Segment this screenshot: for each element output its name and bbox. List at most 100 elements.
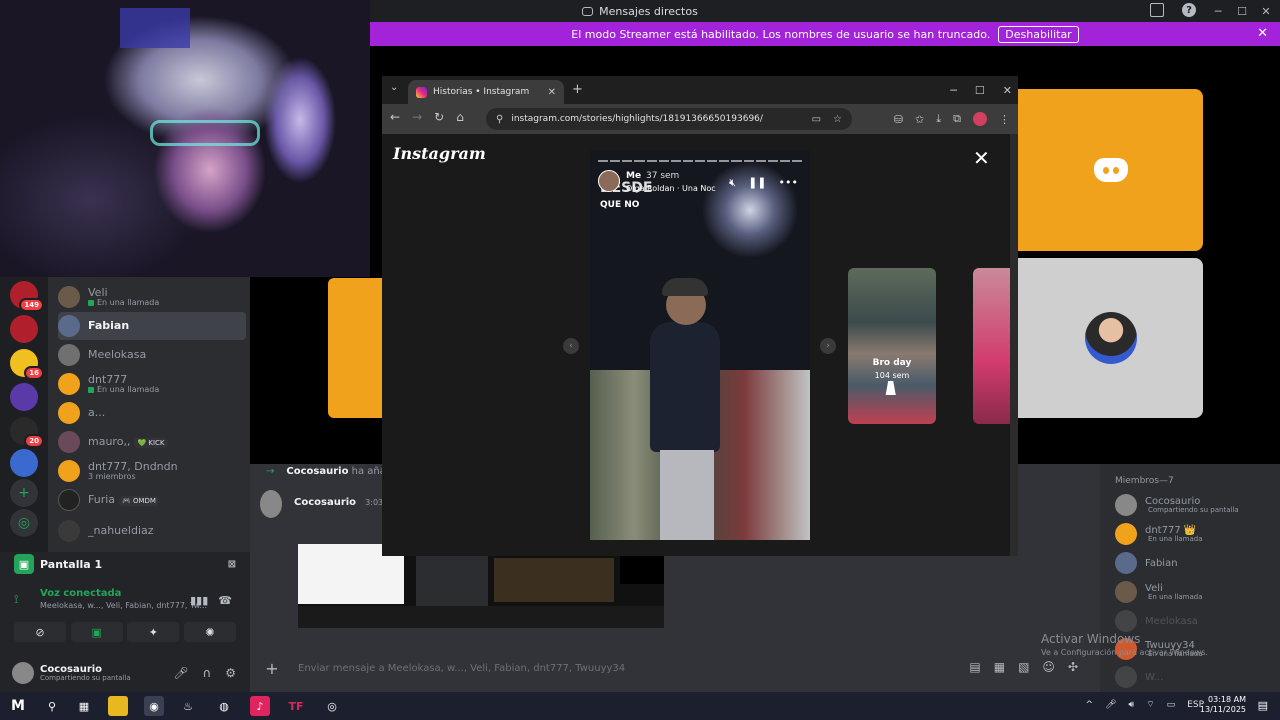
next-highlight[interactable]: Bro day 104 sem [848,268,936,424]
message-input[interactable]: Enviar mensaje a Meelokasa, w..., Veli, … [298,663,625,674]
notifications-icon[interactable]: ▤ [1258,699,1268,712]
file-explorer-icon[interactable] [108,696,128,716]
discover-icon[interactable]: ◎ [10,509,38,537]
add-attachment-icon[interactable]: + [260,659,284,678]
tray-chevron-icon[interactable]: ^ [1086,700,1094,710]
dm-item[interactable]: dnt777 En una llamada [58,370,246,398]
tab-search-chevron-icon[interactable]: ⌄ [390,82,398,93]
install-app-icon[interactable]: ▭ [812,114,821,125]
incognito-icon[interactable]: ⛁ [894,113,903,126]
dm-item[interactable]: Meelokasa [58,341,246,369]
app-icon[interactable]: TF [286,696,306,716]
server-icon[interactable]: 20 [10,417,44,448]
pause-icon[interactable]: ❚❚ [748,176,766,190]
clock[interactable]: 03:18 AM 13/11/2025 [1200,695,1246,716]
server-icon[interactable]: 149 [10,281,44,312]
server-icon[interactable]: 16 [10,349,44,380]
story-viewer[interactable]: DESDE QUE NO Me 37 sem Olga Roldan · Una… [590,150,810,540]
participant-tile[interactable] [328,278,382,418]
volume-icon[interactable]: 🔊︎ [1129,700,1135,710]
browser-tab[interactable]: Historias • Instagram ✕ [408,80,564,104]
instagram-logo[interactable]: Instagram [393,144,486,163]
help-icon[interactable]: ? [1182,3,1196,17]
member-item[interactable]: W... [1115,664,1275,690]
steam-icon[interactable]: ♨ [178,696,198,716]
new-tab-icon[interactable]: + [572,82,583,97]
discord-icon[interactable]: ◍ [214,696,234,716]
avatar[interactable] [598,170,620,192]
menu-dots-icon[interactable]: ⋮ [999,113,1010,126]
task-view-icon[interactable]: ▦ [74,696,94,716]
battery-icon[interactable]: ▭ [1167,700,1176,710]
stop-stream-icon[interactable]: ⊠ [228,559,236,570]
server-icon[interactable] [10,315,38,343]
home-icon[interactable]: ⌂ [456,110,464,124]
noise-suppression-icon[interactable]: ▮▮▮ [190,594,208,607]
obs-icon[interactable]: ◎ [322,696,342,716]
prev-story-icon[interactable]: ‹ [563,338,579,354]
dm-item[interactable]: a... [58,399,246,427]
maximize-button[interactable]: ☐ [975,84,985,97]
member-item[interactable]: Cocosaurio Compartiendo su pantalla [1115,492,1275,518]
story-username[interactable]: Me [626,171,641,181]
favorites-icon[interactable]: ✩ [915,113,924,126]
site-info-icon[interactable]: ⚲ [496,114,503,125]
close-button[interactable]: ✕ [1003,84,1012,97]
mic-tray-icon[interactable]: 🎤︎ [1105,700,1116,710]
inbox-icon[interactable] [1150,3,1164,17]
screen-share-button[interactable]: ▣ [70,622,123,642]
story-music[interactable]: Olga Roldan · Una Noc [626,184,716,193]
reload-icon[interactable]: ↻ [434,110,444,124]
back-icon[interactable]: ← [390,110,400,124]
settings-gear-icon[interactable]: ⚙ [225,666,236,680]
dm-item[interactable]: dnt777, Dndndn 3 miembros [58,457,246,485]
emoji-icon[interactable]: ☺ [1042,660,1055,674]
user-panel[interactable]: Cocosaurio Compartiendo su pantalla 🎤︎ ∩… [0,654,250,692]
soundboard-button[interactable]: ✺ [183,622,236,642]
headphones-icon[interactable]: ∩ [202,666,211,680]
tab-close-icon[interactable]: ✕ [548,87,556,98]
download-icon[interactable]: ⤓ [936,112,941,126]
minimize-button[interactable]: ─ [950,84,957,97]
tiktok-icon[interactable]: ♪ [250,696,270,716]
scrollbar[interactable] [1010,134,1018,556]
chrome-icon[interactable]: ◉ [144,696,164,716]
address-bar[interactable]: ⚲ instagram.com/stories/highlights/18191… [486,108,852,130]
server-icon[interactable] [10,383,38,411]
sticker-icon[interactable]: ▧ [1018,660,1029,674]
gift-icon[interactable]: ▤ [969,660,980,674]
screen-share-row[interactable]: ▣ Pantalla 1 ⊠ [14,552,236,576]
member-item[interactable]: dnt777 👑 En una llamada [1115,521,1275,547]
banner-close-icon[interactable]: ✕ [1257,26,1268,41]
member-item[interactable]: Veli En una llamada [1115,579,1275,605]
network-icon[interactable]: ⌔ [1146,699,1154,710]
mute-icon[interactable]: 🔇︎ [729,176,736,190]
dm-item[interactable]: Furia 🎮 OMDM [58,486,246,514]
add-server-icon[interactable]: + [10,479,38,507]
next-story-icon[interactable]: › [820,338,836,354]
bookmark-star-icon[interactable]: ☆ [833,114,842,125]
extensions-icon[interactable]: ⧉ [953,112,961,126]
close-story-icon[interactable]: ✕ [973,146,990,170]
activities-button[interactable]: ✦ [127,622,180,642]
participant-tile[interactable] [1018,258,1203,418]
member-item[interactable]: Meelokasa [1115,608,1275,634]
profile-avatar[interactable] [973,112,987,126]
dm-item[interactable]: Fabian [58,312,246,340]
search-icon[interactable]: ⚲ [42,696,62,716]
avatar[interactable] [260,490,282,518]
maximize-button[interactable]: ☐ [1232,1,1252,21]
dm-item[interactable]: Veli En una llamada [58,283,246,311]
server-icon[interactable] [10,449,38,477]
microphone-icon[interactable]: 🎤︎ [173,666,188,680]
dm-item[interactable]: mauro,, 💚 KICK [58,428,246,456]
url-text[interactable]: instagram.com/stories/highlights/1819136… [511,114,763,124]
dm-item[interactable]: _nahueldiaz [58,517,246,545]
forward-icon[interactable]: → [412,110,422,124]
image-attachment[interactable] [298,544,664,628]
camera-button[interactable]: ⊘ [14,622,66,642]
apps-icon[interactable]: ✣ [1068,660,1078,674]
gif-icon[interactable]: ▦ [994,660,1005,674]
disconnect-icon[interactable]: ☎ [218,594,232,607]
next-highlight[interactable] [973,268,1010,424]
